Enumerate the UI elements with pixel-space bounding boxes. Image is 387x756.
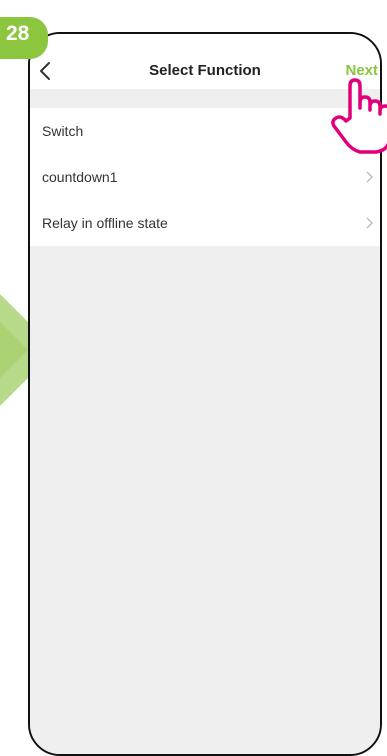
list-item-relay-offline[interactable]: Relay in offline state <box>30 200 380 246</box>
page-title: Select Function <box>149 62 261 79</box>
chevron-right-icon <box>366 171 373 183</box>
list-item-countdown[interactable]: countdown1 <box>30 154 380 200</box>
step-badge: 28 <box>0 17 48 59</box>
step-number: 28 <box>6 22 30 45</box>
list-item-label: countdown1 <box>42 169 118 185</box>
list-item-label: Switch <box>42 123 84 139</box>
list-item-label: Relay in offline state <box>42 215 168 231</box>
hand-pointer-icon <box>331 78 387 154</box>
chevron-right-icon <box>366 217 373 229</box>
next-button[interactable]: Next <box>345 62 378 79</box>
